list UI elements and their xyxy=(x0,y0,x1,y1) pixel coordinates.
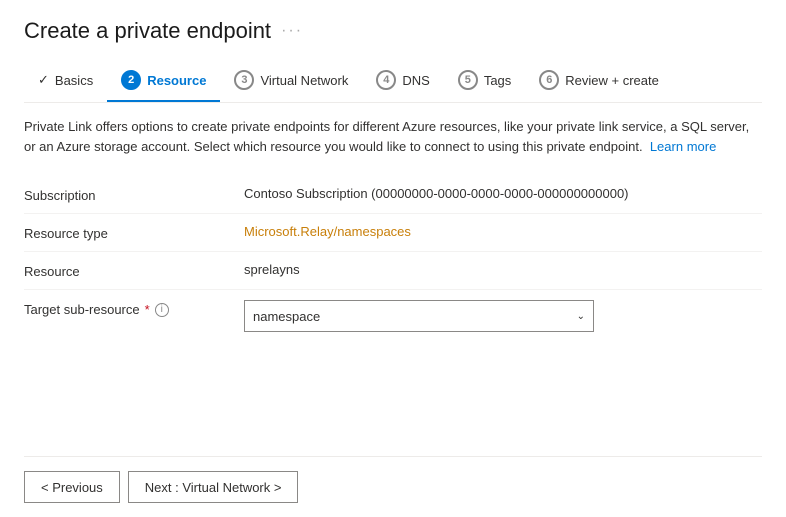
step-virtual-network[interactable]: 3 Virtual Network xyxy=(220,62,362,102)
target-subresource-label: Target sub-resource * i xyxy=(24,300,244,317)
target-subresource-row: Target sub-resource * i namespace ⌄ xyxy=(24,290,762,342)
step-tags-label: Tags xyxy=(484,73,511,88)
footer: < Previous Next : Virtual Network > xyxy=(24,456,762,517)
description: Private Link offers options to create pr… xyxy=(24,117,762,156)
next-button[interactable]: Next : Virtual Network > xyxy=(128,471,299,503)
step-dns[interactable]: 4 DNS xyxy=(362,62,443,102)
step-resource-label: Resource xyxy=(147,73,206,88)
subscription-label: Subscription xyxy=(24,186,244,203)
step-review-create[interactable]: 6 Review + create xyxy=(525,62,673,102)
step-review-circle: 6 xyxy=(539,70,559,90)
step-dns-label: DNS xyxy=(402,73,429,88)
chevron-down-icon: ⌄ xyxy=(577,311,585,322)
description-text: Private Link offers options to create pr… xyxy=(24,119,749,154)
step-vnet-label: Virtual Network xyxy=(260,73,348,88)
step-basics[interactable]: ✓ Basics xyxy=(24,64,107,100)
content-area: Private Link offers options to create pr… xyxy=(24,117,762,456)
page-title: Create a private endpoint xyxy=(24,18,271,44)
resource-value: sprelayns xyxy=(244,262,762,277)
step-resource-circle: 2 xyxy=(121,70,141,90)
page-header: Create a private endpoint ··· xyxy=(24,18,762,44)
step-tags-circle: 5 xyxy=(458,70,478,90)
required-indicator: * xyxy=(145,302,150,317)
step-resource[interactable]: 2 Resource xyxy=(107,62,220,102)
page-title-ellipsis: ··· xyxy=(281,22,303,40)
step-dns-circle: 4 xyxy=(376,70,396,90)
previous-button[interactable]: < Previous xyxy=(24,471,120,503)
resource-type-value: Microsoft.Relay/namespaces xyxy=(244,224,762,239)
target-subresource-dropdown-wrapper: namespace ⌄ xyxy=(244,300,762,332)
subscription-value: Contoso Subscription (00000000-0000-0000… xyxy=(244,186,762,201)
step-vnet-circle: 3 xyxy=(234,70,254,90)
dropdown-selected-value: namespace xyxy=(253,309,320,324)
steps-bar: ✓ Basics 2 Resource 3 Virtual Network 4 … xyxy=(24,62,762,103)
learn-more-link[interactable]: Learn more xyxy=(650,139,716,154)
check-icon: ✓ xyxy=(38,72,49,88)
resource-row: Resource sprelayns xyxy=(24,252,762,289)
step-basics-label: Basics xyxy=(55,73,93,88)
target-subresource-dropdown[interactable]: namespace ⌄ xyxy=(244,300,594,332)
resource-type-label: Resource type xyxy=(24,224,244,241)
subscription-row: Subscription Contoso Subscription (00000… xyxy=(24,176,762,213)
resource-type-row: Resource type Microsoft.Relay/namespaces xyxy=(24,214,762,251)
resource-label: Resource xyxy=(24,262,244,279)
step-tags[interactable]: 5 Tags xyxy=(444,62,525,102)
page-container: Create a private endpoint ··· ✓ Basics 2… xyxy=(0,0,786,517)
info-icon[interactable]: i xyxy=(155,303,169,317)
step-review-label: Review + create xyxy=(565,73,659,88)
